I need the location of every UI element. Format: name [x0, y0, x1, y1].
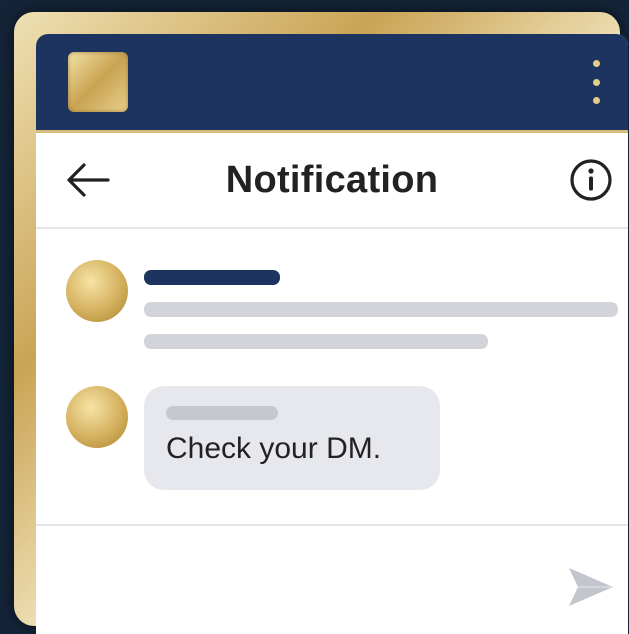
notification-title-placeholder — [144, 270, 280, 285]
top-bar — [36, 34, 628, 133]
app-logo-icon[interactable] — [68, 52, 128, 112]
avatar-icon — [66, 386, 128, 448]
kebab-menu-icon[interactable] — [584, 60, 608, 104]
sender-name-placeholder — [166, 406, 278, 420]
send-icon — [569, 568, 613, 606]
message-text: Check your DM. — [166, 432, 382, 465]
message-composer[interactable] — [36, 524, 628, 634]
app-screen: Notification Check your DM. — [36, 34, 628, 634]
device-frame: Notification Check your DM. — [14, 12, 628, 634]
info-circle-icon — [570, 159, 612, 201]
notification-text-placeholder — [144, 334, 488, 349]
arrow-left-icon — [67, 163, 110, 197]
info-button[interactable] — [568, 157, 614, 203]
page-title: Notification — [225, 159, 439, 201]
message-bubble[interactable]: Check your DM. — [144, 386, 440, 490]
back-button[interactable] — [64, 161, 112, 199]
notification-text-placeholder — [144, 302, 618, 317]
avatar-icon — [66, 260, 128, 322]
notification-header: Notification — [36, 133, 628, 229]
send-button[interactable] — [566, 564, 616, 610]
